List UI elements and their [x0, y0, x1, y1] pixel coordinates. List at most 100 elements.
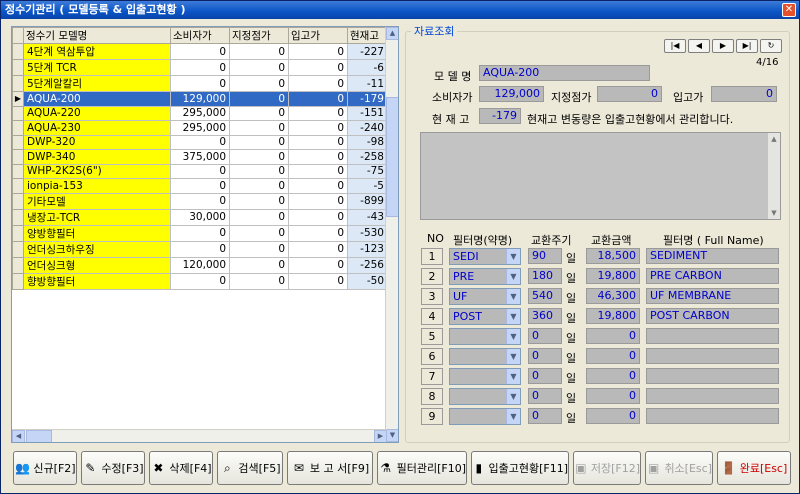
cell-in[interactable]: 0 [288, 43, 348, 60]
cell-name[interactable]: 5단계알칼리 [23, 75, 171, 92]
chevron-down-icon[interactable]: ▼ [506, 309, 520, 324]
chevron-down-icon[interactable]: ▼ [506, 329, 520, 344]
refresh-button[interactable]: ↻ [760, 39, 782, 53]
table-row[interactable]: 5단계 TCR 0 0 0 -6 [12, 59, 388, 76]
chevron-down-icon[interactable]: ▼ [506, 409, 520, 424]
cell-store[interactable]: 0 [229, 43, 289, 60]
cell-in[interactable]: 0 [288, 178, 348, 194]
table-row[interactable]: 언더싱크형 120,000 0 0 -256 [12, 256, 388, 274]
cell-stock[interactable]: -43 [347, 208, 388, 226]
header-stock[interactable]: 현재고 [347, 27, 388, 44]
cell-store[interactable]: 0 [229, 59, 289, 76]
exchange-amount-field[interactable]: 46,300 [586, 288, 640, 304]
filter-name-combo[interactable]: POST ▼ [449, 308, 521, 325]
cell-in[interactable]: 0 [288, 149, 348, 165]
cell-stock[interactable]: -151 [347, 105, 388, 121]
cell-store[interactable]: 0 [229, 163, 289, 179]
cell-name[interactable]: 향방향필터 [23, 272, 171, 290]
report-button[interactable]: ✉ 보 고 서[F9] [287, 451, 373, 485]
exchange-cycle-field[interactable]: 360 [528, 308, 562, 324]
cell-in[interactable]: 0 [288, 134, 348, 150]
exchange-amount-field[interactable]: 0 [586, 388, 640, 404]
header-store-price[interactable]: 지정점가 [229, 27, 289, 44]
inout-status-button[interactable]: ▮ 입출고현황[F11] [471, 451, 569, 485]
table-row[interactable]: DWP-320 0 0 0 -98 [12, 134, 388, 150]
table-row[interactable]: 5단계알칼리 0 0 0 -11 [12, 75, 388, 92]
cell-in[interactable]: 0 [288, 256, 348, 274]
cell-store[interactable]: 0 [229, 134, 289, 150]
filter-name-combo[interactable]: ▼ [449, 368, 521, 385]
exchange-amount-field[interactable]: 0 [586, 328, 640, 344]
hscroll-thumb[interactable] [26, 430, 52, 442]
scroll-down-icon[interactable]: ▼ [386, 429, 398, 442]
exchange-cycle-field[interactable]: 0 [528, 328, 562, 344]
exchange-cycle-field[interactable]: 180 [528, 268, 562, 284]
cell-stock[interactable]: -98 [347, 134, 388, 150]
cell-name[interactable]: AQUA-200 [23, 91, 171, 107]
filter-name-combo[interactable]: ▼ [449, 348, 521, 365]
header-retail-price[interactable]: 소비자가 [170, 27, 230, 44]
edit-button[interactable]: ✎ 수정[F3] [81, 451, 145, 485]
cell-stock[interactable]: -5 [347, 178, 388, 194]
filter-name-combo[interactable]: ▼ [449, 328, 521, 345]
cell-name[interactable]: 5단계 TCR [23, 59, 171, 76]
cell-stock[interactable]: -530 [347, 224, 388, 242]
cell-price[interactable]: 0 [170, 178, 230, 194]
cell-price[interactable]: 129,000 [170, 91, 230, 107]
exchange-cycle-field[interactable]: 0 [528, 348, 562, 364]
cell-in[interactable]: 0 [288, 163, 348, 179]
filter-name-combo[interactable]: ▼ [449, 408, 521, 425]
store-price-field[interactable]: 0 [597, 86, 662, 102]
cell-in[interactable]: 0 [288, 120, 348, 136]
cell-price[interactable]: 375,000 [170, 149, 230, 165]
memo-area[interactable]: ▲ ▼ [420, 132, 781, 220]
cell-price[interactable]: 0 [170, 240, 230, 258]
table-row[interactable]: ionpia-153 0 0 0 -5 [12, 178, 388, 194]
scroll-thumb[interactable] [386, 97, 398, 217]
cell-stock[interactable]: -899 [347, 192, 388, 210]
filter-full-name-field[interactable]: SEDIMENT [646, 248, 779, 264]
cell-price[interactable]: 295,000 [170, 120, 230, 136]
cell-price[interactable]: 0 [170, 163, 230, 179]
prev-record-button[interactable]: ◀ [688, 39, 710, 53]
filter-name-combo[interactable]: PRE ▼ [449, 268, 521, 285]
exchange-amount-field[interactable]: 0 [586, 408, 640, 424]
filter-full-name-field[interactable] [646, 328, 779, 344]
filter-name-combo[interactable]: SEDI ▼ [449, 248, 521, 265]
cell-price[interactable]: 0 [170, 272, 230, 290]
cell-store[interactable]: 0 [229, 272, 289, 290]
cell-price[interactable]: 0 [170, 43, 230, 60]
cell-name[interactable]: 기타모델 [23, 192, 171, 210]
exchange-amount-field[interactable]: 19,800 [586, 308, 640, 324]
cell-name[interactable]: WHP-2K2S(6") [23, 163, 171, 179]
cell-store[interactable]: 0 [229, 75, 289, 92]
cell-name[interactable]: DWP-340 [23, 149, 171, 165]
cell-in[interactable]: 0 [288, 192, 348, 210]
filter-full-name-field[interactable] [646, 388, 779, 404]
cell-stock[interactable]: -227 [347, 43, 388, 60]
table-row[interactable]: 냉장고-TCR 30,000 0 0 -43 [12, 208, 388, 226]
exchange-amount-field[interactable]: 0 [586, 368, 640, 384]
cell-price[interactable]: 0 [170, 75, 230, 92]
grid-horizontal-scrollbar[interactable]: ◀ ▶ [12, 429, 387, 442]
delete-button[interactable]: ✖ 삭제[F4] [149, 451, 213, 485]
exchange-amount-field[interactable]: 0 [586, 348, 640, 364]
table-row[interactable]: AQUA-230 295,000 0 0 -240 [12, 120, 388, 136]
cell-price[interactable]: 0 [170, 59, 230, 76]
cell-in[interactable]: 0 [288, 224, 348, 242]
memo-scrollbar[interactable]: ▲ ▼ [768, 133, 780, 219]
cell-stock[interactable]: -256 [347, 256, 388, 274]
save-button[interactable]: ▣ 저장[F12] [573, 451, 641, 485]
header-model-name[interactable]: 정수기 모델명 [23, 27, 171, 44]
filter-full-name-field[interactable]: PRE CARBON [646, 268, 779, 284]
table-row[interactable]: 4단계 역삼투압 0 0 0 -227 [12, 43, 388, 60]
table-row[interactable]: DWP-340 375,000 0 0 -258 [12, 149, 388, 165]
cell-stock[interactable]: -75 [347, 163, 388, 179]
cell-store[interactable]: 0 [229, 192, 289, 210]
exchange-cycle-field[interactable]: 540 [528, 288, 562, 304]
scroll-left-icon[interactable]: ◀ [12, 430, 25, 442]
cell-stock[interactable]: -11 [347, 75, 388, 92]
cell-store[interactable]: 0 [229, 224, 289, 242]
close-button[interactable]: ✕ [782, 3, 796, 17]
cell-store[interactable]: 0 [229, 240, 289, 258]
